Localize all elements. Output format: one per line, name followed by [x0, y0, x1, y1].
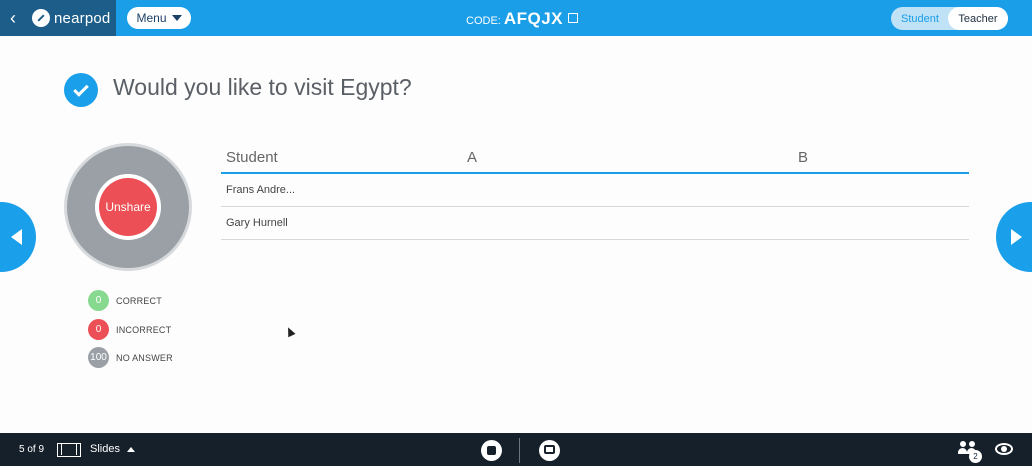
- no-answer-label: NO ANSWER: [116, 352, 173, 363]
- header-student: Student: [226, 149, 278, 166]
- nearpod-app: ‹ nearpod Menu CODE: AFQJX Student Teach…: [0, 0, 1032, 466]
- session-code: CODE: AFQJX: [466, 9, 579, 29]
- bottom-bar: 5 of 9 Slides 2: [0, 433, 1032, 466]
- activity-icon[interactable]: [481, 440, 502, 461]
- eye-icon[interactable]: [995, 443, 1013, 455]
- students-count-badge: 2: [969, 450, 982, 463]
- header-option-a: A: [467, 149, 478, 166]
- table-row: Gary Hurnell: [221, 207, 969, 240]
- nearpod-logo-icon: [32, 9, 50, 27]
- results-donut: Unshare: [64, 143, 192, 271]
- role-student-option[interactable]: Student: [891, 7, 949, 30]
- arrow-right-icon: [1011, 229, 1022, 245]
- header-option-b: B: [798, 149, 809, 166]
- table-row: Frans Andre...: [221, 174, 969, 207]
- divider: [519, 438, 520, 463]
- role-toggle[interactable]: Student Teacher: [891, 7, 1008, 30]
- table-header: Student A B: [221, 146, 969, 174]
- logo-text: nearpod: [54, 9, 111, 27]
- student-name: Gary Hurnell: [226, 217, 288, 229]
- chevron-left-icon[interactable]: ‹: [0, 0, 26, 36]
- code-value: AFQJX: [503, 9, 564, 28]
- legend-incorrect: 0 INCORRECT: [88, 319, 171, 340]
- no-answer-count: 100: [88, 347, 109, 368]
- code-label: CODE:: [466, 15, 501, 27]
- comment-icon[interactable]: [539, 440, 560, 461]
- role-teacher-option[interactable]: Teacher: [948, 7, 1008, 30]
- arrow-left-icon: [11, 229, 22, 245]
- previous-slide-button[interactable]: [0, 202, 36, 272]
- incorrect-count: 0: [88, 319, 109, 340]
- correct-label: CORRECT: [116, 295, 162, 306]
- menu-label: Menu: [136, 11, 167, 25]
- mouse-cursor-icon: [284, 325, 296, 338]
- page-indicator: 5 of 9: [19, 444, 45, 455]
- legend-correct: 0 CORRECT: [88, 290, 162, 311]
- student-name: Frans Andre...: [226, 184, 296, 196]
- slides-icon[interactable]: [57, 443, 81, 457]
- legend-no-answer: 100 NO ANSWER: [88, 347, 173, 368]
- question-title: Would you like to visit Egypt?: [113, 74, 412, 100]
- slides-button[interactable]: Slides: [90, 443, 120, 455]
- caret-up-icon[interactable]: [127, 447, 135, 452]
- menu-button[interactable]: Menu: [127, 7, 191, 29]
- incorrect-label: INCORRECT: [116, 324, 172, 335]
- brand-area: ‹ nearpod: [0, 0, 116, 36]
- correct-count: 0: [88, 290, 109, 311]
- next-slide-button[interactable]: [996, 202, 1032, 272]
- check-circle-icon: [64, 73, 98, 107]
- responses-table: Student A B Frans Andre... Gary Hurnell: [221, 146, 969, 240]
- external-link-icon[interactable]: [568, 13, 579, 23]
- unshare-button[interactable]: Unshare: [99, 178, 157, 236]
- caret-down-icon: [171, 15, 182, 21]
- top-bar: ‹ nearpod Menu CODE: AFQJX Student Teach…: [0, 0, 1032, 36]
